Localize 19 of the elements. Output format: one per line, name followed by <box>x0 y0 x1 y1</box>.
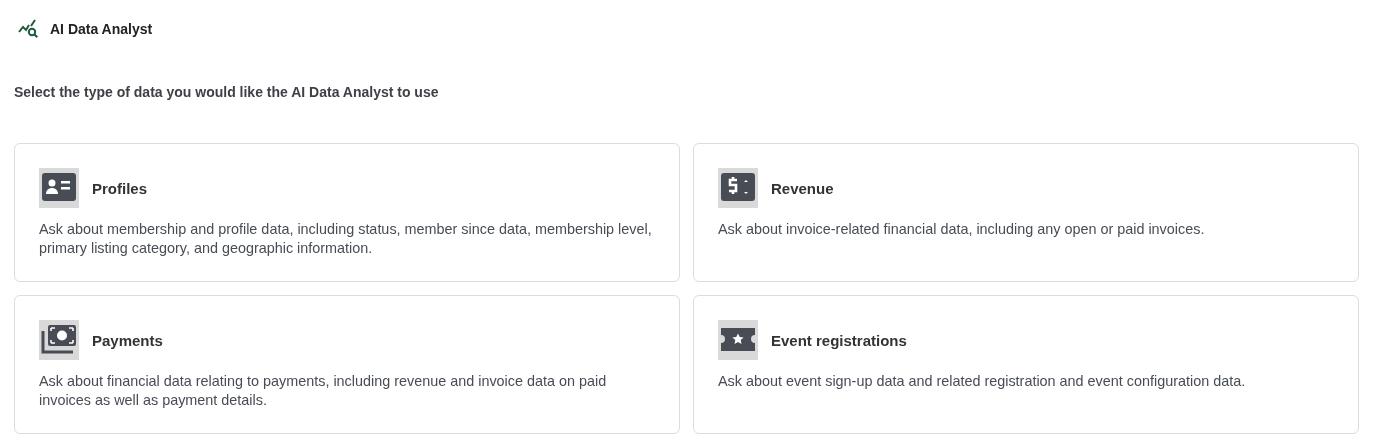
card-description: Ask about membership and profile data, including status, member since data, membership level, primary listing category, and geographic information. <box>39 220 653 258</box>
dollar-sign-icon <box>718 168 758 208</box>
card-description: Ask about event sign-up data and related registration and event configuration data. <box>718 372 1247 391</box>
data-type-card[interactable]: Event registrations Ask about event sign-up data and related registration and event configuration data. <box>693 295 1359 434</box>
data-type-card[interactable]: Revenue Ask about invoice-related financial data, including any open or paid invoices. <box>693 143 1359 282</box>
card-title: Revenue <box>771 179 834 197</box>
instruction-text: Select the type of data you would like the AI Data Analyst to use <box>14 84 439 100</box>
ticket-icon <box>718 320 758 360</box>
card-description: Ask about financial data relating to payments, including revenue and invoice data on paid invoices as well as payment details. <box>39 372 608 410</box>
chart-search-icon <box>18 19 40 39</box>
card-title: Event registrations <box>771 331 907 349</box>
cash-stack-icon <box>39 320 79 360</box>
data-type-card[interactable]: Profiles Ask about membership and profile data, including status, member since data, membership level, primary listing category, and geographic information. <box>14 143 680 282</box>
card-title: Profiles <box>92 179 148 197</box>
app-title: AI Data Analyst <box>50 21 153 37</box>
data-type-card[interactable]: Payments Ask about financial data relating to payments, including revenue and invoice data on paid invoices as well as payment details. <box>14 295 680 434</box>
id-card-icon <box>39 168 79 208</box>
card-description: Ask about invoice-related financial data, including any open or paid invoices. <box>718 220 1206 239</box>
card-title: Payments <box>92 331 163 349</box>
